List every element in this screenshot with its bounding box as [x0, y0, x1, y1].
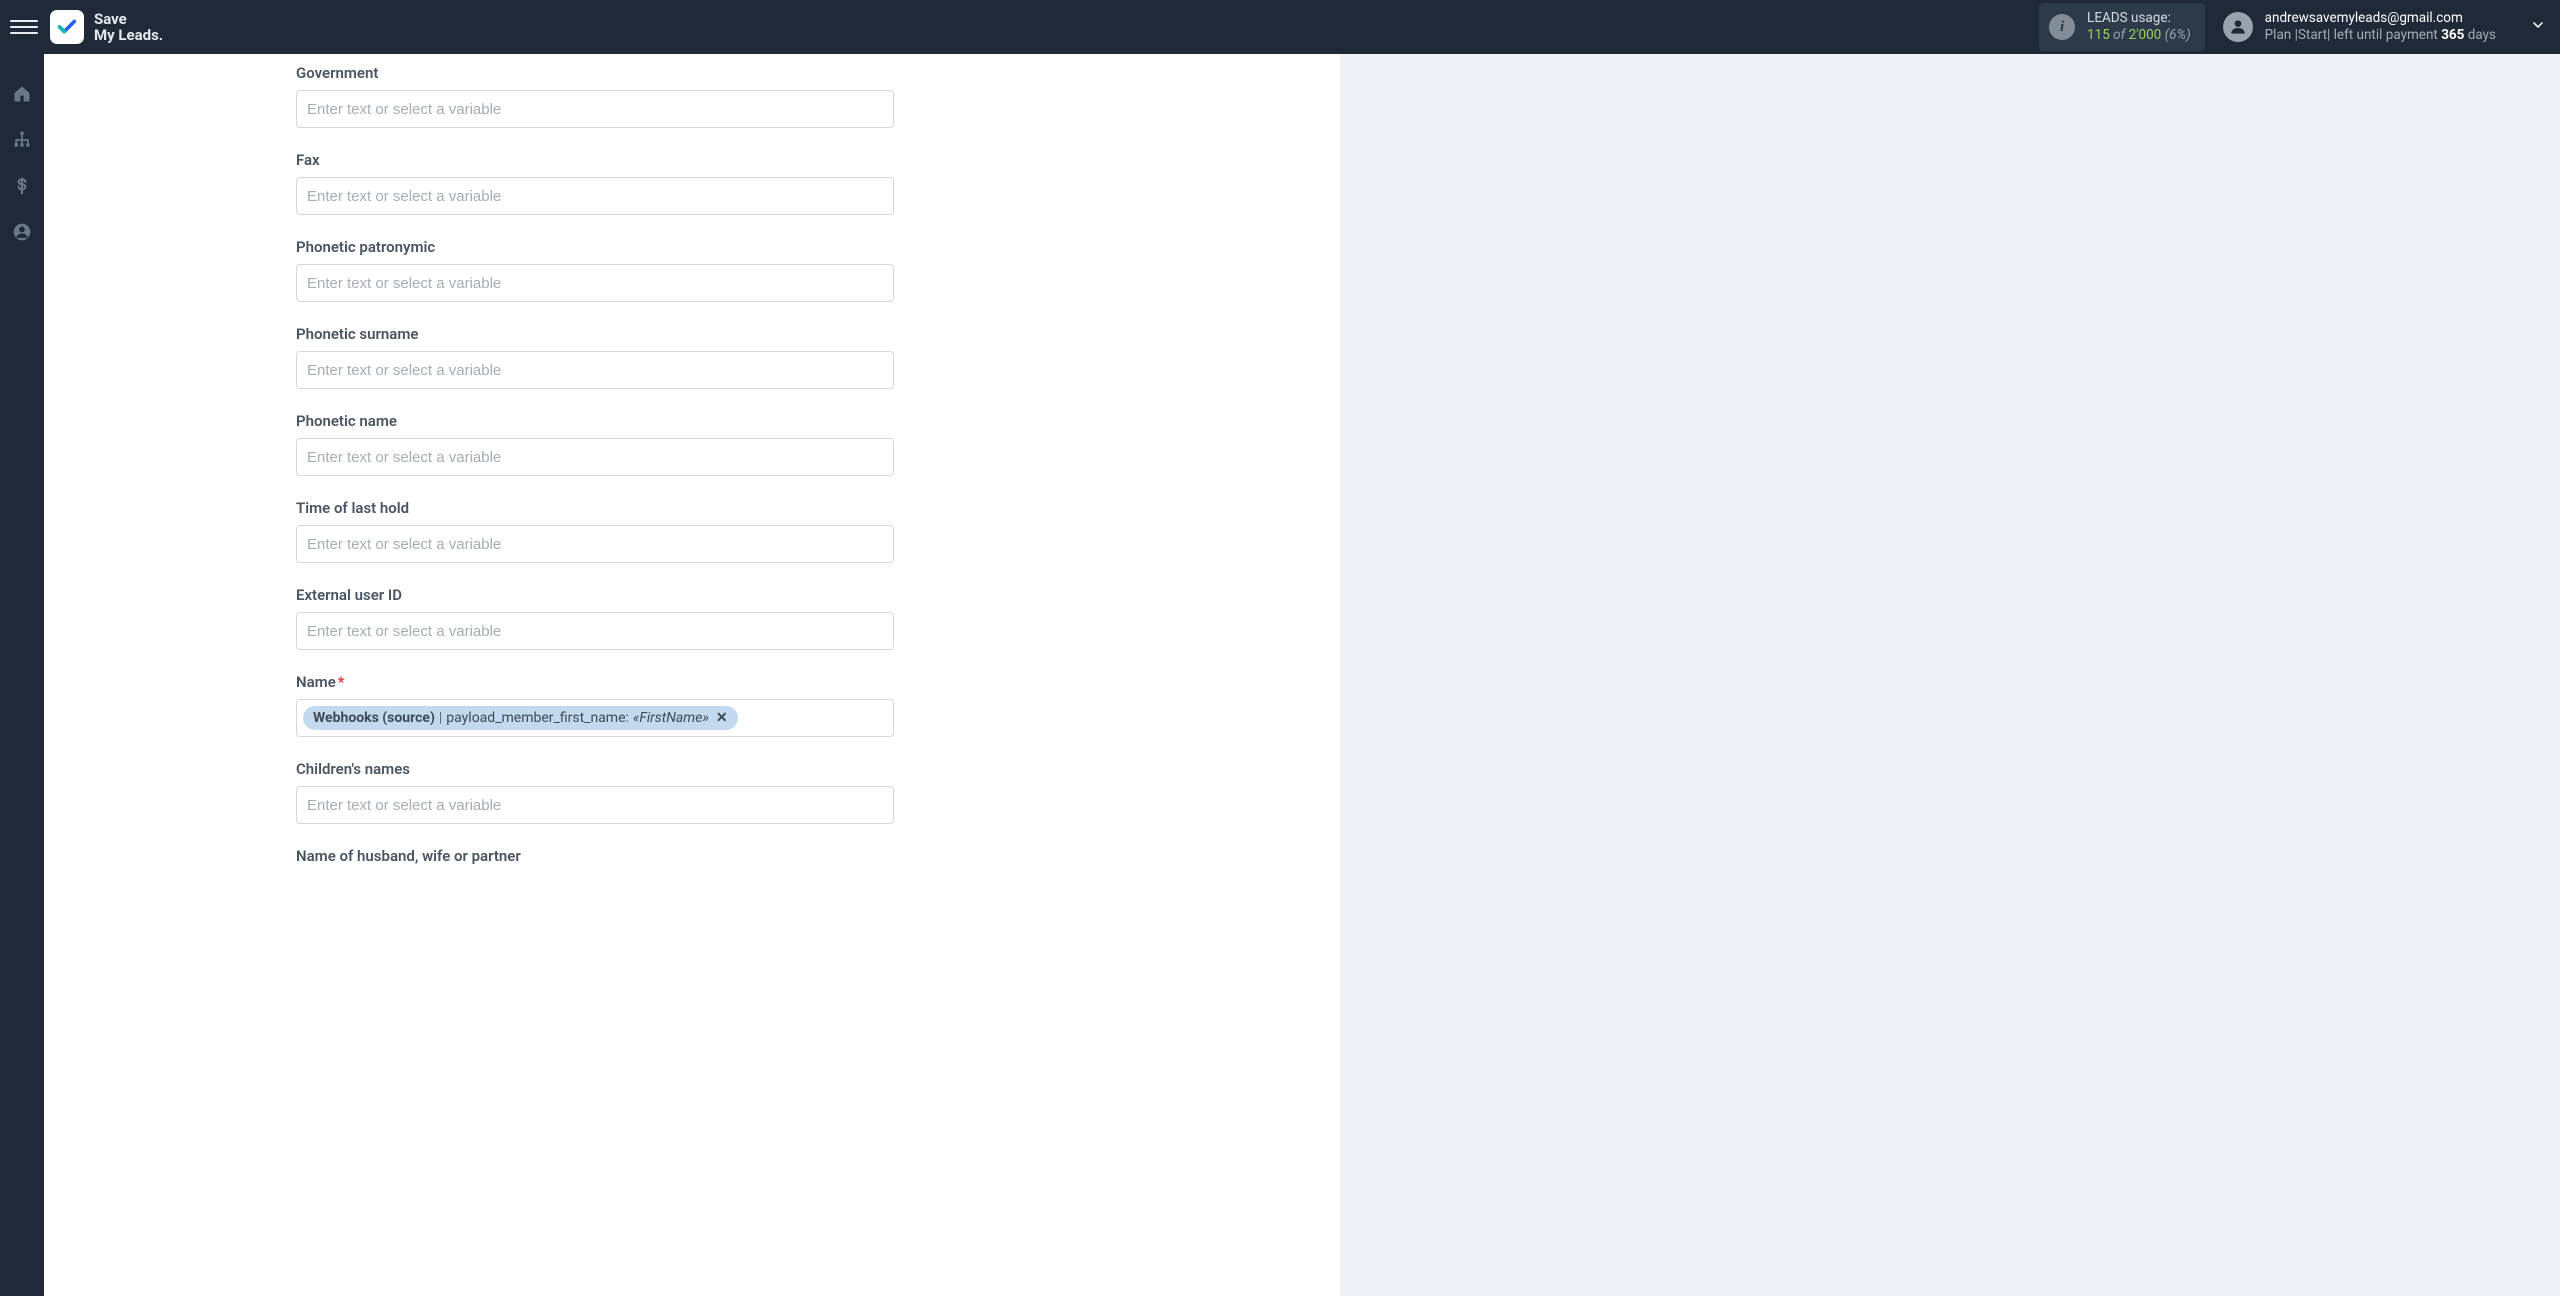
- main-content: Government Fax Phonetic patronymic Phone…: [44, 54, 2560, 1296]
- leads-usage-text: LEADS usage: 115 of 2'000 (6%): [2087, 10, 2191, 44]
- field-name: Name* Webhooks (source) | payload_member…: [296, 673, 894, 737]
- name-input[interactable]: Webhooks (source) | payload_member_first…: [296, 699, 894, 737]
- token-remove-button[interactable]: ✕: [716, 710, 728, 726]
- menu-toggle-button[interactable]: [10, 13, 38, 41]
- account-menu[interactable]: andrewsavemyleads@gmail.com Plan |Start|…: [2223, 10, 2546, 44]
- field-label: Time of last hold: [296, 499, 894, 517]
- field-fax: Fax: [296, 151, 894, 215]
- field-phonetic-patronymic: Phonetic patronymic: [296, 238, 894, 302]
- sidebar-profile[interactable]: [10, 220, 34, 244]
- field-label: Phonetic name: [296, 412, 894, 430]
- avatar-icon: [2223, 12, 2253, 42]
- field-label: Government: [296, 64, 894, 82]
- field-label: External user ID: [296, 586, 894, 604]
- phonetic-patronymic-input[interactable]: [296, 264, 894, 302]
- form-card: Government Fax Phonetic patronymic Phone…: [44, 54, 1340, 1296]
- info-icon: i: [2049, 14, 2075, 40]
- variable-token[interactable]: Webhooks (source) | payload_member_first…: [303, 706, 738, 730]
- childrens-names-input[interactable]: [296, 786, 894, 824]
- field-childrens-names: Children's names: [296, 760, 894, 824]
- account-text: andrewsavemyleads@gmail.com Plan |Start|…: [2265, 10, 2496, 44]
- field-label: Name of husband, wife or partner: [296, 847, 894, 865]
- topbar: Save My Leads. i LEADS usage: 115 of 2'0…: [0, 0, 2560, 54]
- logo-icon: [50, 10, 84, 44]
- field-label: Phonetic patronymic: [296, 238, 894, 256]
- logo[interactable]: Save My Leads.: [50, 10, 163, 44]
- leads-usage-widget[interactable]: i LEADS usage: 115 of 2'000 (6%): [2039, 3, 2205, 51]
- field-phonetic-name: Phonetic name: [296, 412, 894, 476]
- chevron-down-icon[interactable]: [2530, 17, 2546, 37]
- sidebar-connections[interactable]: [10, 128, 34, 152]
- sidebar-billing[interactable]: [10, 174, 34, 198]
- form: Government Fax Phonetic patronymic Phone…: [296, 64, 894, 865]
- time-last-hold-input[interactable]: [296, 525, 894, 563]
- field-phonetic-surname: Phonetic surname: [296, 325, 894, 389]
- field-government: Government: [296, 64, 894, 128]
- field-label: Name*: [296, 673, 894, 691]
- field-partner-name: Name of husband, wife or partner: [296, 847, 894, 865]
- required-indicator: *: [338, 673, 345, 691]
- government-input[interactable]: [296, 90, 894, 128]
- fax-input[interactable]: [296, 177, 894, 215]
- external-user-id-input[interactable]: [296, 612, 894, 650]
- logo-text: Save My Leads.: [94, 11, 163, 44]
- sidebar: [0, 54, 44, 1296]
- field-external-user-id: External user ID: [296, 586, 894, 650]
- field-label: Children's names: [296, 760, 894, 778]
- field-label: Phonetic surname: [296, 325, 894, 343]
- sidebar-home[interactable]: [10, 82, 34, 106]
- field-label: Fax: [296, 151, 894, 169]
- phonetic-surname-input[interactable]: [296, 351, 894, 389]
- field-time-last-hold: Time of last hold: [296, 499, 894, 563]
- phonetic-name-input[interactable]: [296, 438, 894, 476]
